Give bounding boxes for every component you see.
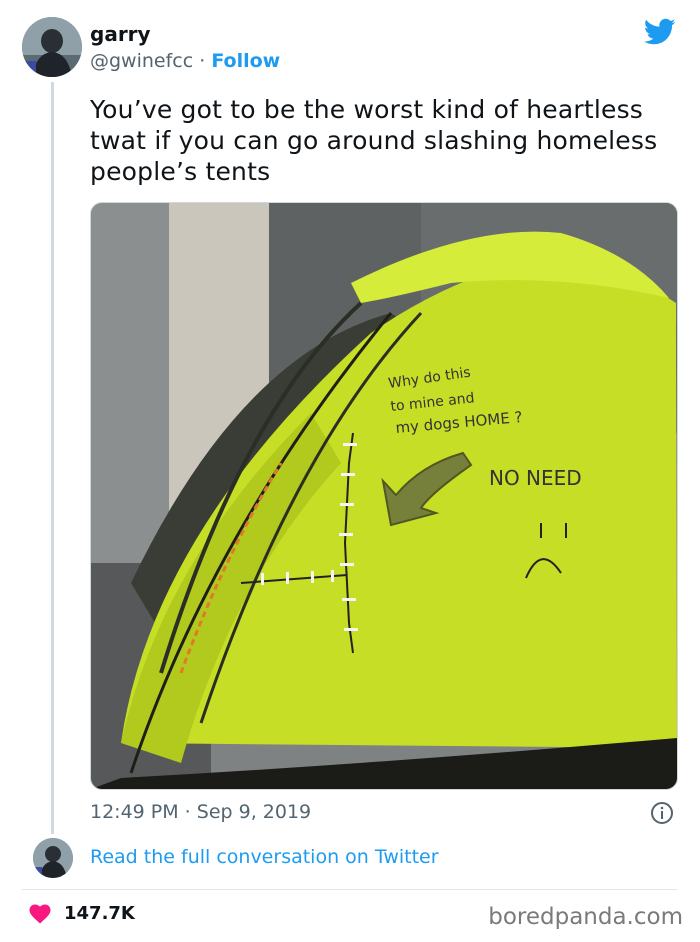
follow-button[interactable]: Follow (211, 50, 280, 72)
heart-icon[interactable] (28, 902, 52, 924)
tweet-timestamp[interactable]: 12:49 PM · Sep 9, 2019 (90, 801, 311, 823)
author-handle-row: @gwinefcc · Follow (90, 50, 280, 72)
thread-avatar[interactable] (33, 838, 73, 878)
tent-writing-no-need: NO NEED (489, 466, 582, 490)
watermark: boredpanda.com (488, 904, 683, 930)
tweet-card: garry @gwinefcc · Follow You’ve got to b… (0, 0, 700, 942)
info-icon[interactable] (650, 801, 674, 825)
like-count: 147.7K (64, 902, 135, 924)
author-display-name[interactable]: garry (90, 22, 151, 46)
twitter-bird-icon[interactable] (643, 18, 676, 46)
separator-dot: · (199, 50, 206, 72)
tweet-text: You’ve got to be the worst kind of heart… (90, 95, 658, 186)
read-conversation-link[interactable]: Read the full conversation on Twitter (90, 846, 439, 868)
tweet-photo[interactable]: Why do this to mine and my dogs HOME ? N… (90, 202, 678, 790)
like-row[interactable]: 147.7K (28, 902, 135, 924)
thread-line (51, 82, 54, 834)
author-handle[interactable]: @gwinefcc (90, 50, 193, 72)
divider (22, 889, 677, 890)
author-avatar[interactable] (22, 17, 82, 77)
